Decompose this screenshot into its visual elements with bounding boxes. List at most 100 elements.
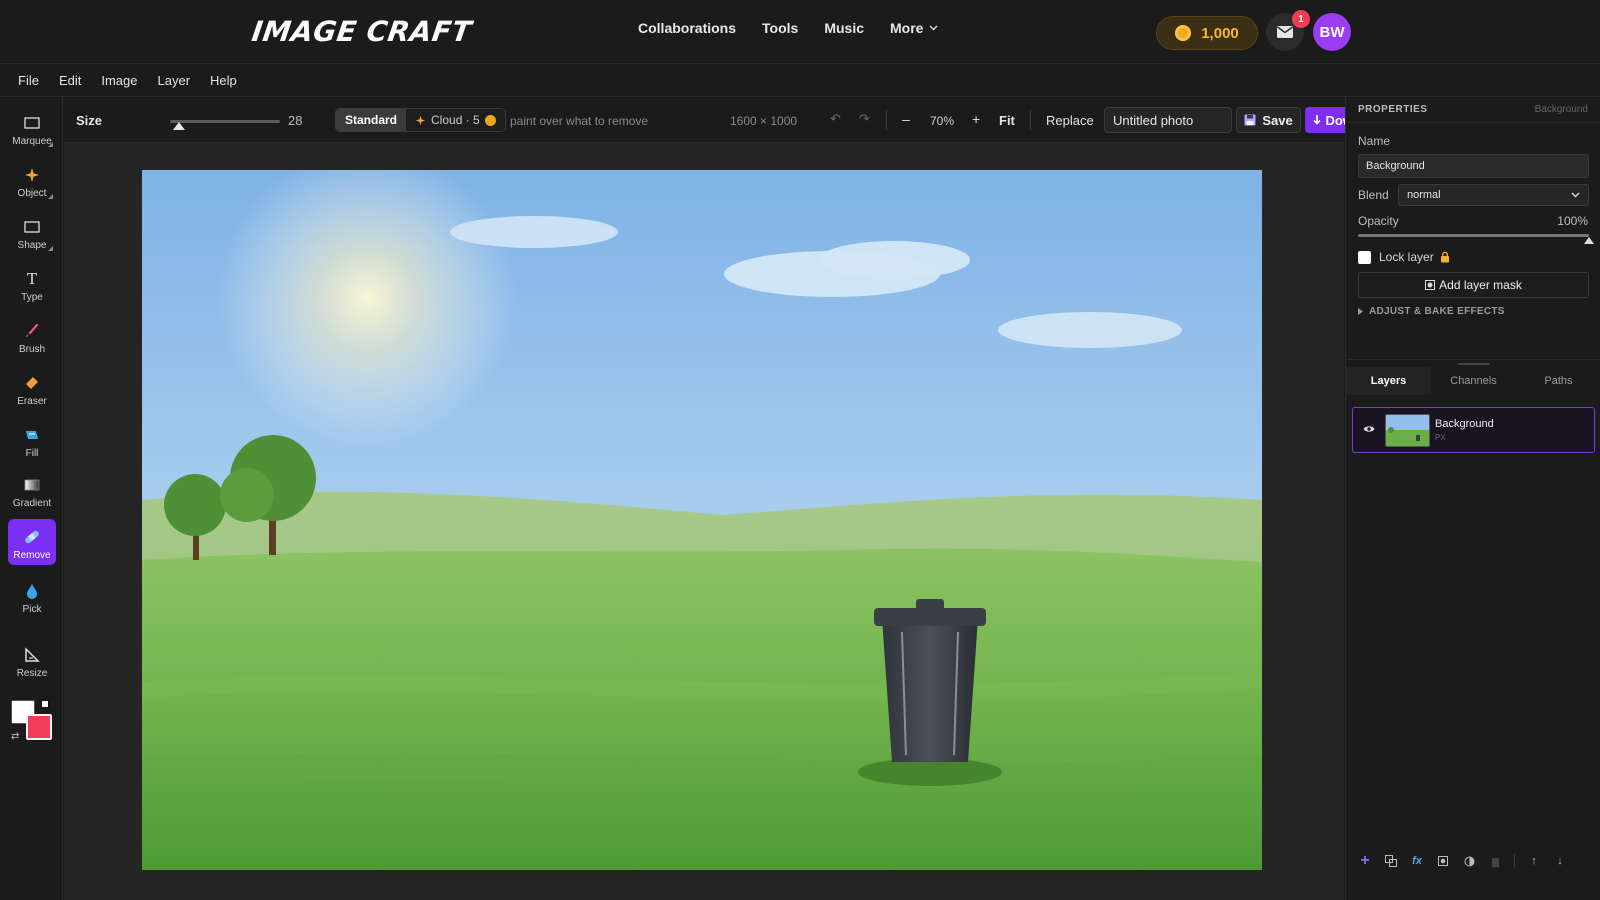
lock-layer-row[interactable]: Lock layer: [1379, 250, 1450, 264]
menu-layer[interactable]: Layer: [158, 73, 191, 88]
tool-fill[interactable]: Fill: [8, 417, 56, 463]
lock-layer-label: Lock layer: [1379, 250, 1434, 264]
nav-more[interactable]: More: [890, 20, 938, 36]
duplicate-layer-icon[interactable]: [1384, 854, 1398, 868]
rectangle-icon: [23, 218, 41, 236]
resize-icon: [23, 646, 41, 664]
zoom-level: 70%: [930, 114, 955, 128]
layer-name-input[interactable]: [1358, 154, 1589, 178]
opacity-label: Opacity: [1358, 214, 1399, 228]
chevron-down-icon: [1571, 192, 1580, 198]
mode-standard-button[interactable]: Standard: [336, 109, 407, 131]
tool-label: Brush: [18, 344, 46, 355]
canvas-workspace[interactable]: [64, 143, 1344, 900]
properties-header: PROPERTIES: [1358, 104, 1428, 115]
mask-icon: [1425, 280, 1436, 290]
menu-edit[interactable]: Edit: [59, 73, 81, 88]
nav-music[interactable]: Music: [824, 20, 864, 36]
nav-more-label: More: [890, 20, 924, 36]
coin-icon: [484, 114, 496, 126]
delete-layer-icon[interactable]: [1488, 854, 1502, 868]
menu-help[interactable]: Help: [210, 73, 237, 88]
panel-resize-handle[interactable]: [1458, 363, 1490, 365]
reset-colors-icon[interactable]: [41, 700, 49, 708]
tool-object[interactable]: Object: [8, 157, 56, 203]
tab-layers[interactable]: Layers: [1346, 367, 1431, 395]
size-slider[interactable]: [170, 120, 280, 130]
blend-label: Blend: [1358, 188, 1389, 202]
user-avatar[interactable]: BW: [1313, 13, 1351, 51]
fx-icon[interactable]: fx: [1410, 854, 1424, 868]
adjust-bake-effects-label: ADJUST & BAKE EFFECTS: [1369, 306, 1505, 317]
tool-marquee[interactable]: Marquee: [8, 105, 56, 151]
blend-mode-select[interactable]: normal: [1398, 184, 1589, 206]
menu-bar: File Edit Image Layer Help: [0, 64, 1600, 97]
tab-paths[interactable]: Paths: [1516, 367, 1600, 395]
top-nav: Collaborations Tools Music More: [638, 20, 938, 36]
properties-context: Background: [1534, 104, 1588, 115]
tab-channels[interactable]: Channels: [1431, 367, 1516, 395]
opacity-slider-thumb[interactable]: [1584, 237, 1594, 244]
sparkle-icon: [23, 166, 41, 184]
document-canvas[interactable]: [142, 170, 1262, 870]
lock-layer-checkbox[interactable]: [1358, 251, 1371, 264]
divider: [1030, 110, 1031, 130]
swap-colors-icon[interactable]: ⇄: [11, 731, 19, 742]
layer-row[interactable]: Background PX: [1352, 407, 1595, 453]
add-layer-icon[interactable]: +: [1358, 852, 1372, 869]
droplet-icon: [23, 582, 41, 600]
tool-pick[interactable]: Pick: [8, 573, 56, 619]
mode-cloud-button[interactable]: Cloud · 5: [406, 109, 505, 131]
app-logo[interactable]: IMAGE CRAFT: [249, 12, 474, 52]
move-up-icon[interactable]: ↑: [1527, 854, 1541, 868]
opacity-slider[interactable]: [1358, 234, 1594, 244]
replace-button[interactable]: Replace: [1046, 113, 1094, 128]
brush-icon: [23, 322, 41, 340]
inbox-button[interactable]: 1: [1266, 10, 1310, 51]
blend-mode-value: normal: [1407, 189, 1441, 201]
sparkle-icon: [415, 115, 426, 125]
divider: [1346, 359, 1600, 360]
adjustment-icon[interactable]: [1462, 854, 1476, 868]
download-icon: [1313, 114, 1322, 125]
mode-cloud-label: Cloud · 5: [431, 113, 480, 127]
caret-right-icon: [1358, 308, 1363, 315]
background-color-swatch[interactable]: [26, 714, 52, 740]
size-label: Size: [76, 113, 103, 128]
tool-resize[interactable]: Resize: [8, 637, 56, 683]
layer-thumbnail: [1385, 414, 1430, 447]
marquee-icon: [23, 114, 41, 132]
size-slider-thumb[interactable]: [173, 122, 185, 130]
chevron-down-icon: [929, 25, 938, 31]
nav-tools[interactable]: Tools: [762, 20, 798, 36]
tool-gradient[interactable]: Gradient: [8, 467, 56, 513]
move-down-icon[interactable]: ↓: [1553, 854, 1567, 868]
type-icon: T: [26, 270, 37, 288]
adjust-bake-effects-toggle[interactable]: ADJUST & BAKE EFFECTS: [1358, 306, 1505, 317]
tool-shape[interactable]: Shape: [8, 209, 56, 255]
add-layer-mask-button[interactable]: Add layer mask: [1358, 272, 1589, 298]
name-label: Name: [1358, 134, 1391, 148]
right-panel: PROPERTIES Background Name Blend normal …: [1345, 97, 1600, 900]
coin-balance[interactable]: 1,000: [1156, 16, 1258, 50]
fit-button[interactable]: Fit: [999, 113, 1015, 128]
undo-icon[interactable]: ↶: [830, 111, 841, 127]
eye-icon[interactable]: [1363, 425, 1375, 433]
mask-icon[interactable]: [1436, 854, 1450, 868]
menu-image[interactable]: Image: [101, 73, 137, 88]
tool-remove[interactable]: Remove: [8, 519, 56, 565]
divider: [1514, 854, 1515, 868]
tool-brush[interactable]: Brush: [8, 313, 56, 359]
menu-file[interactable]: File: [18, 73, 39, 88]
save-button[interactable]: Save: [1236, 107, 1301, 133]
zoom-out-button[interactable]: –: [902, 111, 910, 127]
nav-collaborations[interactable]: Collaborations: [638, 20, 736, 36]
tool-type[interactable]: T Type: [8, 261, 56, 307]
document-name-input[interactable]: [1104, 107, 1232, 133]
redo-icon[interactable]: ↷: [859, 111, 870, 127]
submenu-indicator: [48, 142, 53, 147]
tool-eraser[interactable]: Eraser: [8, 365, 56, 411]
size-value: 28: [288, 113, 303, 128]
zoom-in-button[interactable]: +: [972, 111, 980, 127]
trash-can: [874, 599, 986, 762]
